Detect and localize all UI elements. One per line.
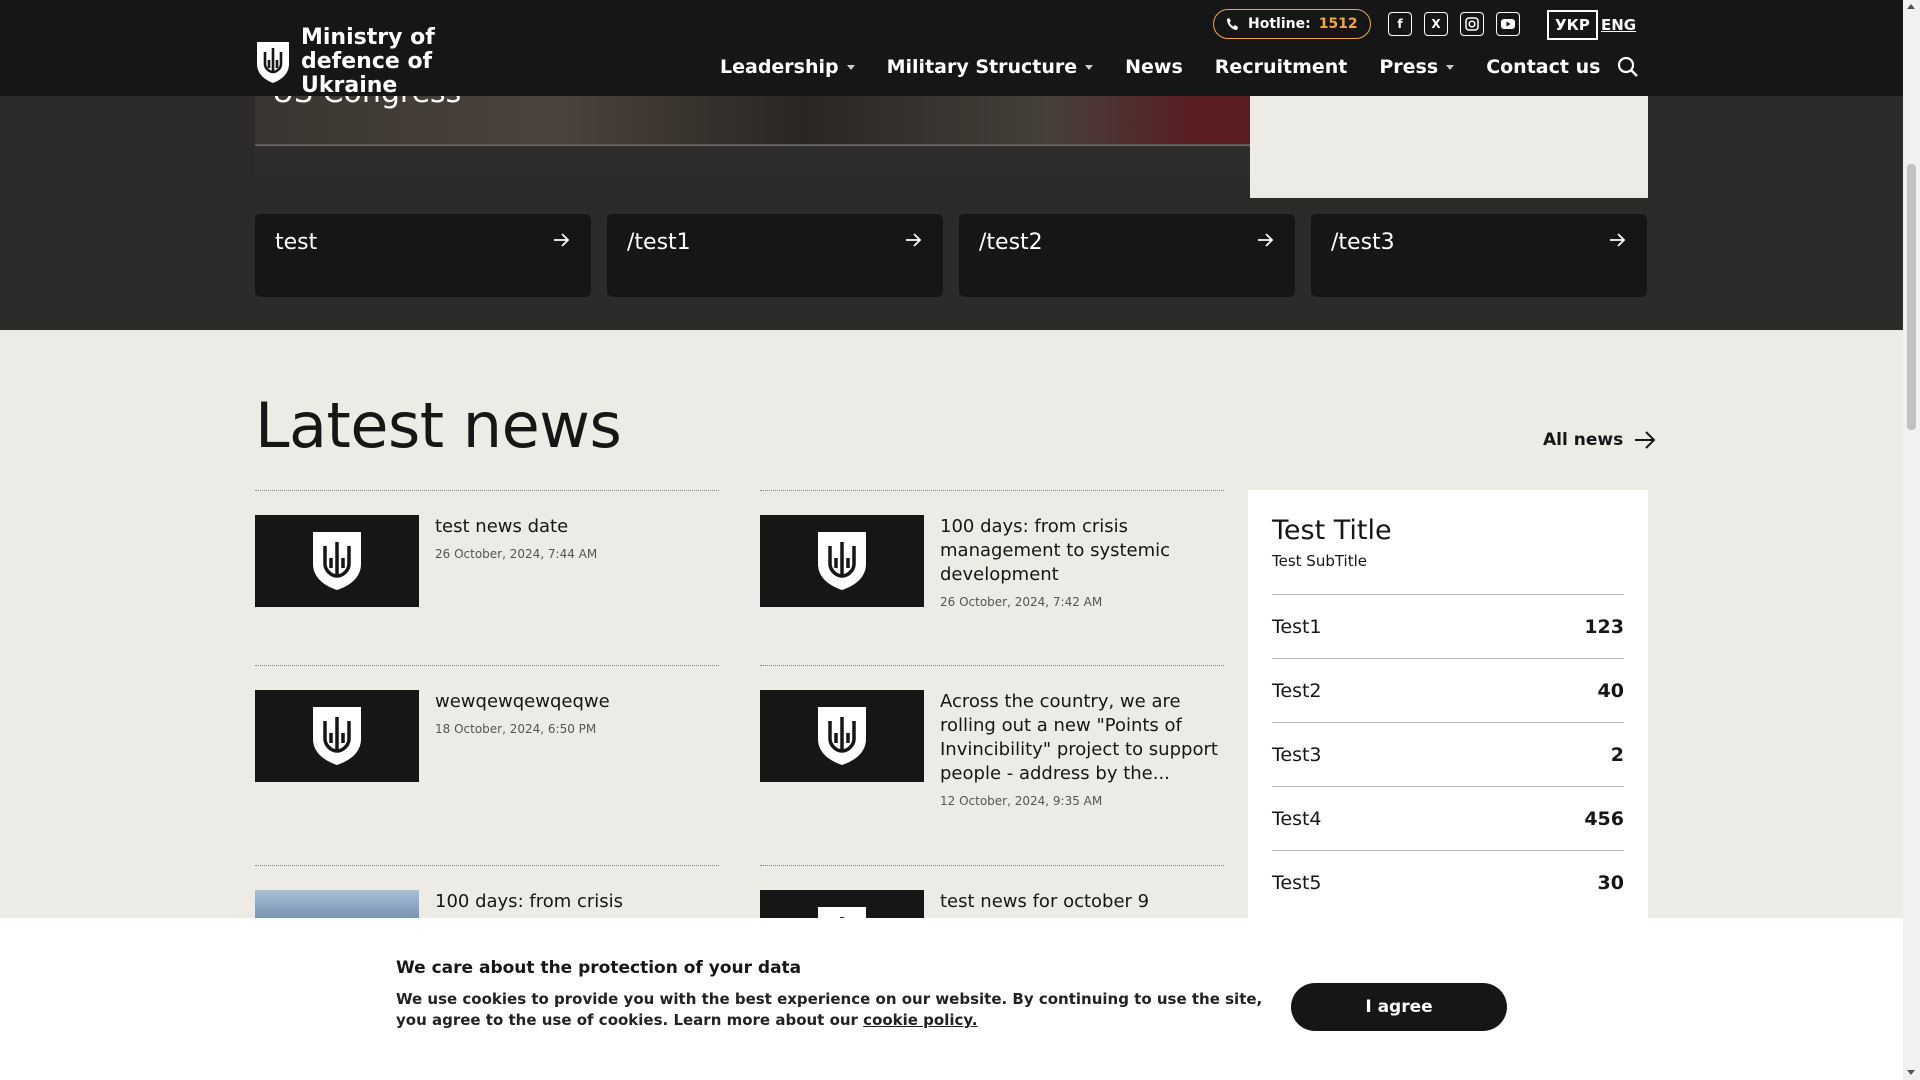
trident-shield-icon (818, 532, 866, 590)
stat-row: Test1 123 (1272, 594, 1624, 658)
quick-link-label: /test2 (979, 230, 1043, 255)
youtube-icon[interactable] (1496, 12, 1520, 36)
site-logo[interactable]: Ministry of defence of Ukraine (255, 26, 531, 98)
stat-row: Test5 30 (1272, 850, 1624, 914)
stat-value: 2 (1610, 743, 1624, 766)
scrollbar[interactable] (1903, 0, 1920, 1080)
arrow-right-icon (906, 233, 922, 247)
stat-value: 30 (1597, 871, 1624, 894)
language-ukr[interactable]: УКР (1547, 10, 1598, 40)
trident-shield-icon (313, 532, 361, 590)
news-headline[interactable]: wewqewqewqeqwe (435, 690, 719, 714)
phone-icon (1227, 18, 1238, 30)
news-thumbnail[interactable] (255, 515, 419, 607)
news-item[interactable]: test news date 26 October, 2024, 7:44 AM (255, 490, 719, 665)
nav-leadership[interactable]: Leadership (720, 56, 855, 78)
chevron-down-icon (1085, 64, 1094, 70)
scroll-down-icon[interactable] (1907, 1070, 1915, 1075)
arrow-right-icon (1635, 431, 1656, 449)
news-date: 26 October, 2024, 7:44 AM (435, 547, 598, 561)
stat-label: Test5 (1272, 871, 1322, 894)
chevron-down-icon (846, 64, 855, 70)
main-nav: Leadership Military Structure News Recru… (720, 56, 1600, 78)
trident-shield-icon (818, 707, 866, 765)
nav-press[interactable]: Press (1379, 56, 1455, 78)
all-news-label: All news (1543, 430, 1624, 450)
cookie-title: We care about the protection of your dat… (396, 958, 802, 978)
stat-label: Test1 (1272, 615, 1322, 638)
nav-military-structure[interactable]: Military Structure (887, 56, 1094, 78)
stat-row: Test3 2 (1272, 722, 1624, 786)
cookie-policy-link[interactable]: cookie policy. (863, 1011, 977, 1029)
news-date: 26 October, 2024, 7:42 AM (940, 595, 1103, 609)
quick-link-test1[interactable]: /test1 (607, 214, 943, 297)
news-thumbnail[interactable] (760, 515, 924, 607)
stat-label: Test3 (1272, 743, 1322, 766)
site-header: Ministry of defence of Ukraine Hotline: … (0, 0, 1903, 98)
chevron-down-icon (1446, 64, 1455, 70)
news-date: 18 October, 2024, 6:50 PM (435, 722, 597, 736)
news-headline[interactable]: test news for october 9 (940, 890, 1224, 914)
stat-label: Test4 (1272, 807, 1322, 830)
agree-button[interactable]: I agree (1291, 983, 1507, 1031)
quick-link-label: /test3 (1331, 230, 1395, 255)
nav-contact-us[interactable]: Contact us (1486, 56, 1600, 78)
facebook-icon[interactable]: f (1388, 12, 1412, 36)
x-icon[interactable]: X (1424, 12, 1448, 36)
news-thumbnail[interactable] (760, 690, 924, 782)
stats-title: Test Title (1272, 515, 1392, 546)
nav-news[interactable]: News (1125, 56, 1183, 78)
news-headline[interactable]: 100 days: from crisis management to syst… (940, 515, 1224, 587)
latest-news-heading: Latest news (255, 389, 622, 462)
quick-link-test3[interactable]: /test3 (1311, 214, 1647, 297)
quick-link-test[interactable]: test (255, 214, 591, 297)
news-item[interactable]: 100 days: from crisis management to syst… (760, 490, 1224, 665)
logo-text: Ministry of defence of Ukraine (301, 25, 435, 98)
hotline-badge[interactable]: Hotline: 1512 (1213, 9, 1371, 39)
hotline-label: Hotline: (1248, 16, 1311, 32)
cookie-banner: We care about the protection of your dat… (0, 918, 1903, 1080)
hotline-number: 1512 (1318, 16, 1358, 32)
stat-value: 123 (1584, 615, 1624, 638)
quick-link-label: test (275, 230, 318, 255)
stats-widget: Test Title Test SubTitle Test1 123 Test2 4… (1248, 490, 1648, 950)
stat-row: Test4 456 (1272, 786, 1624, 850)
nav-recruitment[interactable]: Recruitment (1215, 56, 1348, 78)
arrow-right-icon (1610, 233, 1626, 247)
search-icon[interactable] (1617, 56, 1639, 78)
stats-subtitle: Test SubTitle (1272, 552, 1368, 570)
stat-label: Test2 (1272, 679, 1322, 702)
hero-side-panel (1250, 96, 1648, 198)
trident-emblem-icon (257, 42, 289, 83)
stat-value: 40 (1597, 679, 1624, 702)
news-headline[interactable]: 100 days: from crisis (435, 890, 719, 914)
all-news-link[interactable]: All news (1543, 428, 1657, 452)
language-eng[interactable]: ENG (1601, 10, 1636, 40)
quick-link-label: /test1 (627, 230, 691, 255)
trident-shield-icon (313, 707, 361, 765)
scroll-up-icon[interactable] (1907, 4, 1915, 9)
news-headline[interactable]: Across the country, we are rolling out a… (940, 690, 1224, 786)
stat-row: Test2 40 (1272, 658, 1624, 722)
news-date: 12 October, 2024, 9:35 AM (940, 794, 1103, 808)
arrow-right-icon (1258, 233, 1274, 247)
news-thumbnail[interactable] (255, 690, 419, 782)
news-headline[interactable]: test news date (435, 515, 719, 539)
cookie-body: We use cookies to provide you with the b… (396, 990, 1263, 1029)
arrow-right-icon (554, 233, 570, 247)
scrollbar-thumb[interactable] (1907, 164, 1916, 430)
quick-links: test /test1 /test2 /test3 (255, 214, 1647, 297)
hero-caption-bar (255, 145, 1250, 178)
stat-value: 456 (1584, 807, 1624, 830)
news-item[interactable]: wewqewqewqeqwe 18 October, 2024, 6:50 PM (255, 665, 719, 865)
news-item[interactable]: Across the country, we are rolling out a… (760, 665, 1224, 865)
cookie-text: We use cookies to provide you with the b… (396, 989, 1266, 1031)
quick-link-test2[interactable]: /test2 (959, 214, 1295, 297)
instagram-icon[interactable] (1460, 12, 1484, 36)
